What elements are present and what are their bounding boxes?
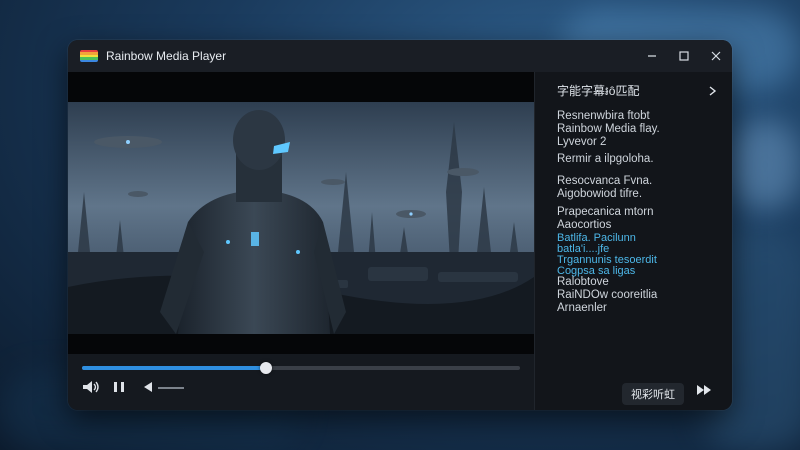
chevron-right-icon[interactable] <box>709 86 717 96</box>
subtitle-line: Arnaenler <box>557 302 607 314</box>
subtitle-line: Prapecanica mtorn <box>557 206 654 218</box>
subtitle-panel-title: 字能字幕៛ô匹配 <box>557 83 640 98</box>
minimize-icon <box>648 55 656 57</box>
seek-bar[interactable] <box>82 362 520 374</box>
volume-slider-head[interactable] <box>144 382 152 392</box>
subtitle-line: Resocvanca Fvna. <box>557 175 653 187</box>
playback-controls <box>68 354 534 410</box>
rainbow-logo-icon <box>80 50 98 62</box>
subtitle-line: Ralobtove <box>557 276 609 288</box>
minimize-button[interactable] <box>636 40 668 72</box>
window-title: Rainbow Media Player <box>106 49 227 63</box>
subtitle-block: Rermir a ilpgoloha. <box>557 153 727 166</box>
maximize-button[interactable] <box>668 40 700 72</box>
maximize-icon <box>679 51 689 61</box>
subtitle-block: Ralobtove RaiNDOw cooreitlia Arnaenler <box>557 276 727 315</box>
seek-bar-progress <box>82 366 266 370</box>
subtitle-block-highlighted: Batlifa. Pacilunn batla'i....jfe Trgannu… <box>557 233 727 277</box>
video-scene <box>68 102 534 334</box>
subtitle-panel-header[interactable]: 字能字幕៛ô匹配 <box>557 81 717 101</box>
background-blur <box>730 120 800 210</box>
subtitle-block: Prapecanica mtorn Aaocortios <box>557 206 727 232</box>
seek-bar-thumb[interactable] <box>259 362 272 374</box>
language-button[interactable]: 视彩听虹 <box>622 383 684 405</box>
subtitle-block: Resocvanca Fvna. Aigobowiod tifre. <box>557 175 727 201</box>
close-icon <box>711 51 721 61</box>
subtitle-line: Resnenwbira ftobt <box>557 110 650 122</box>
volume-icon <box>83 381 99 393</box>
fast-forward-icon <box>697 385 711 395</box>
subtitle-line: Aigobowiod tifre. <box>557 188 643 200</box>
subtitle-block: Resnenwbira ftobt Rainbow Media flay. Ly… <box>557 110 727 149</box>
subtitle-line: Aaocortios <box>557 219 612 231</box>
video-area[interactable] <box>68 72 534 354</box>
close-button[interactable] <box>700 40 732 72</box>
title-bar[interactable]: Rainbow Media Player <box>68 40 732 72</box>
video-frame[interactable] <box>68 102 534 334</box>
pause-button[interactable] <box>112 380 126 399</box>
subtitle-line: Rainbow Media flay. <box>557 123 660 135</box>
window-controls <box>636 40 732 72</box>
subtitle-panel: 字能字幕៛ô匹配 Resnenwbira ftobt Rainbow Media… <box>534 72 732 410</box>
subtitle-line: Lyvevor 2 <box>557 136 607 148</box>
volume-button[interactable] <box>82 380 100 399</box>
subtitle-line: Rermir a ilpgoloha. <box>557 153 654 165</box>
volume-slider[interactable] <box>158 387 184 389</box>
subtitle-line: RaiNDOw cooreitlia <box>557 289 658 301</box>
media-player-window: Rainbow Media Player 字能字幕៛ô匹配 Resnenwbir… <box>68 40 732 410</box>
next-button[interactable] <box>696 384 712 399</box>
logo-stripe <box>80 59 98 62</box>
pause-icon <box>114 382 124 392</box>
